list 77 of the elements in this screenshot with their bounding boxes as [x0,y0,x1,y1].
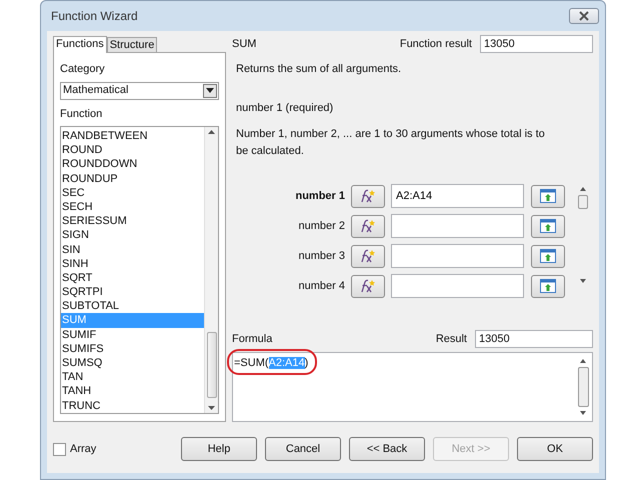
scroll-up-icon[interactable] [580,187,586,191]
shrink-icon [540,279,556,293]
scrollbar[interactable] [204,127,218,413]
list-item[interactable]: ROUNDUP [61,172,204,186]
scroll-thumb[interactable] [578,367,588,407]
argument-label: number 2 [298,218,345,234]
argument-label: number 3 [298,248,345,264]
scroll-down-icon[interactable] [580,279,586,283]
close-icon [578,11,590,21]
scroll-down-icon[interactable] [208,406,215,410]
argument-field[interactable]: A2:A14 [391,184,524,208]
function-icon [359,249,377,263]
cancel-button[interactable]: Cancel [265,437,341,461]
function-button[interactable] [351,274,385,298]
back-button[interactable]: << Back [349,437,425,461]
checkbox[interactable] [53,442,66,456]
list-item[interactable]: TANH [61,384,204,399]
shrink-button[interactable] [531,184,565,208]
argument-title: number 1 (required) [236,100,334,116]
checkbox-label: Array [70,442,96,457]
result-field[interactable]: 13050 [480,35,593,53]
scroll-down-icon[interactable] [580,411,586,415]
list-item[interactable]: SIN [61,242,204,257]
list-item[interactable]: SQRTPI [61,285,204,300]
scroll-up-icon[interactable] [580,359,586,363]
list-item[interactable]: SUMIFS [61,342,204,356]
argument-field[interactable] [391,274,524,298]
scroll-up-icon[interactable] [208,130,215,134]
list-item[interactable]: SINH [61,256,204,271]
result-field[interactable]: 13050 [475,330,593,348]
function-button[interactable] [351,184,385,208]
list-item[interactable]: TAN [61,370,204,384]
tab[interactable]: Functions [53,36,107,53]
shrink-button[interactable] [531,214,565,238]
close-button[interactable] [569,8,599,24]
argument-field[interactable] [391,214,524,238]
function-icon [359,219,377,233]
list-item[interactable]: TRUNC [61,398,204,413]
list-item[interactable]: RANDBETWEEN [61,129,204,144]
field-label: Function result [400,36,472,52]
list-item[interactable]: ROUND [61,143,204,158]
list-item[interactable]: SUMIF [61,328,204,342]
window-title: Function Wizard [51,8,138,25]
function-name: SUM [232,36,256,52]
help-button[interactable]: Help [181,437,257,461]
list-item[interactable]: SQRT [61,270,204,286]
argument-label: number 1 [294,188,345,204]
list-item[interactable]: SERIESSUM [61,214,204,228]
shrink-icon [540,219,556,233]
list-item[interactable]: SIGN [61,228,204,242]
description-text: Returns the sum of all arguments. [236,62,402,77]
scroll-thumb[interactable] [206,332,216,398]
list-item[interactable]: ROUNDDOWN [61,157,204,172]
field-label: Function [60,106,104,122]
field-label: Result [436,332,467,347]
argument-label: number 4 [298,278,345,294]
list-item[interactable]: SECH [61,200,204,214]
shrink-icon [540,249,556,263]
function-icon [359,279,377,293]
category-dropdown[interactable]: Mathematical [60,82,219,100]
list-item[interactable]: SUMSQ [61,356,204,370]
formula-label: Formula [232,332,272,347]
list-item[interactable]: SEC [61,186,204,200]
scroll-thumb[interactable] [578,195,588,209]
tab[interactable]: Structure [106,37,158,52]
list-item[interactable]: SUBTOTAL [61,299,204,314]
shrink-button[interactable] [531,274,565,298]
shrink-icon [540,189,556,203]
shrink-button[interactable] [531,244,565,268]
argument-field[interactable] [391,244,524,268]
argument-description: Number 1, number 2, ... are 1 to 30 arguments whose total is to be calculated. [236,127,546,158]
ok-button[interactable]: OK [517,437,593,461]
field-label: Category [60,62,106,77]
caret-icon [206,88,214,93]
function-button[interactable] [351,244,385,268]
function-button[interactable] [351,214,385,238]
function-icon [359,189,377,203]
